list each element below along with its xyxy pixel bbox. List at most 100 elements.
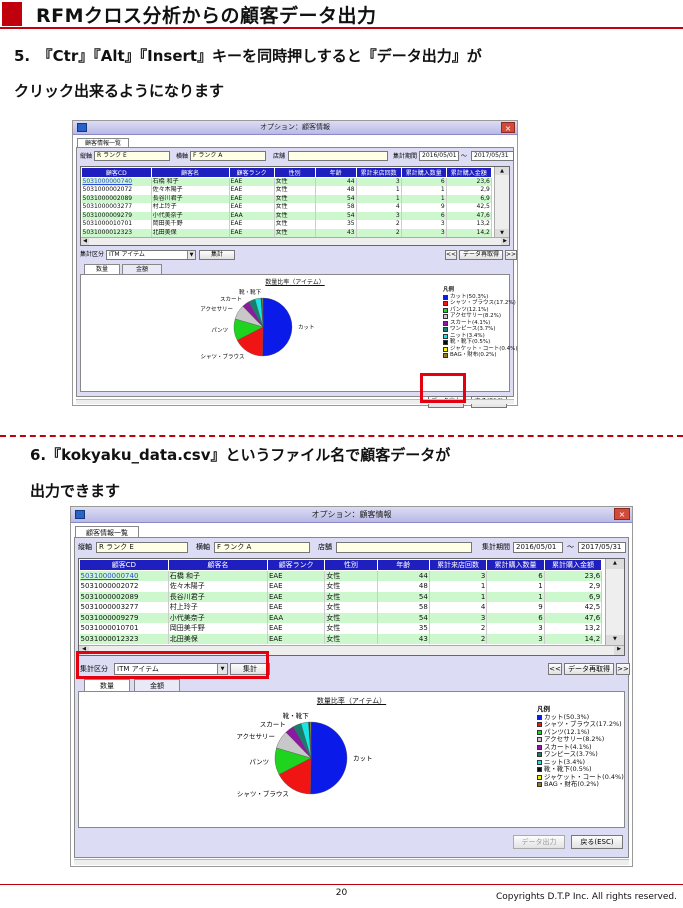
scroll-up-icon[interactable]: ▲: [495, 167, 509, 175]
vertical-scrollbar[interactable]: ▲ ▼: [604, 559, 624, 645]
table-cell: 5031000010701: [79, 623, 169, 634]
column-header[interactable]: 顧客CD: [79, 559, 169, 571]
table-row[interactable]: 5031000012323 北田美保 EAE 女性 43 2 3 14,2: [81, 228, 492, 237]
chevron-down-icon[interactable]: ▼: [187, 251, 195, 259]
table-row[interactable]: 5031000009279 小代美奈子 EAA 女性 54 3 6 47,6: [79, 612, 603, 623]
close-icon[interactable]: ×: [501, 122, 515, 133]
store-field[interactable]: [336, 542, 472, 553]
column-header[interactable]: 年齢: [376, 559, 430, 571]
table-row[interactable]: 5031000000740 石橋 和子 EAE 女性 44 3 6 23,6: [79, 570, 603, 581]
store-field[interactable]: [288, 151, 388, 161]
column-header[interactable]: 累計来店回数: [428, 559, 488, 571]
previous-button[interactable]: <<: [548, 663, 562, 675]
previous-button[interactable]: <<: [445, 250, 457, 260]
table-cell: 23,6: [544, 570, 603, 581]
refetch-data-button[interactable]: データ再取得: [564, 663, 614, 675]
column-header[interactable]: 顧客CD: [81, 167, 152, 178]
column-header[interactable]: 顧客名: [150, 167, 230, 178]
table-cell: 5031000000740: [79, 570, 169, 581]
column-header[interactable]: 累計購入数量: [486, 559, 545, 571]
table-row[interactable]: 5031000010701 岡田美千野 EAE 女性 35 2 3 13,2: [79, 623, 603, 634]
vertical-axis-field[interactable]: R ランク E: [96, 542, 188, 553]
tab-quantity[interactable]: 数量: [84, 264, 120, 274]
customer-grid[interactable]: 顧客CD 顧客名 顧客ランク 性別 年齢 累計来店回数 累計購入数量 累計購入金…: [80, 166, 510, 246]
table-cell: EAE: [267, 591, 326, 602]
scroll-down-icon[interactable]: ▼: [495, 229, 509, 237]
table-cell: 44: [377, 570, 430, 581]
period-to-field[interactable]: 2017/05/31: [471, 151, 514, 161]
table-cell: 43: [377, 633, 430, 644]
column-header[interactable]: 顧客名: [167, 559, 268, 571]
back-button[interactable]: 戻る(ESC): [571, 835, 623, 849]
chart-legend: 凡例 カット(50.3%) シャツ・ブラウス(17.2%) パンツ(12.1%) アクセ…: [537, 705, 624, 789]
table-row[interactable]: 5031000012323 北田美保 EAE 女性 43 2 3 14,2: [79, 633, 603, 644]
vertical-axis-field[interactable]: R ランク E: [94, 151, 170, 161]
table-cell: 1: [401, 194, 447, 203]
table-cell: 2: [356, 228, 402, 237]
horizontal-axis-field[interactable]: F ランク A: [214, 542, 310, 553]
table-cell: 1: [356, 194, 402, 203]
table-row[interactable]: 5031000003277 村上玲子 EAE 女性 58 4 9 42,5: [81, 203, 492, 212]
table-row[interactable]: 5031000002072 佐々木陽子 EAE 女性 48 1 1 2,9: [81, 186, 492, 195]
legend-label: カット(50.3%): [450, 293, 489, 300]
column-header[interactable]: 性別: [324, 559, 378, 571]
period-from-field[interactable]: 2016/05/01: [419, 151, 459, 161]
legend-label: BAG・財布(0.2%): [450, 352, 497, 358]
table-row[interactable]: 5031000010701 岡田美千野 EAE 女性 35 2 3 13,2: [81, 220, 492, 229]
next-button[interactable]: >>: [616, 663, 630, 675]
data-export-button[interactable]: データ出力: [513, 835, 565, 849]
aggregation-select[interactable]: ITM アイテム ▼: [106, 250, 196, 260]
legend-swatch: [443, 314, 448, 319]
pie-slice-label: パンツ: [249, 758, 269, 766]
vertical-scrollbar[interactable]: ▲ ▼: [494, 167, 509, 237]
table-cell: 女性: [324, 570, 378, 581]
tab-quantity[interactable]: 数量: [84, 679, 130, 691]
column-header[interactable]: 累計購入金額: [445, 167, 492, 178]
horizontal-axis-field[interactable]: F ランク A: [190, 151, 266, 161]
scroll-right-icon[interactable]: ▶: [614, 646, 624, 655]
table-cell: 北田美保: [151, 228, 230, 237]
legend-swatch: [443, 346, 448, 352]
table-cell: EAA: [267, 612, 326, 623]
table-row[interactable]: 5031000003277 村上玲子 EAE 女性 58 4 9 42,5: [79, 602, 603, 613]
aggregate-button[interactable]: 集計: [199, 250, 235, 260]
table-cell: 13,2: [446, 220, 492, 229]
table-cell: 女性: [274, 203, 316, 212]
table-cell: 6: [401, 177, 447, 186]
column-header[interactable]: 累計購入数量: [400, 167, 447, 178]
tab-amount[interactable]: 金額: [134, 679, 180, 691]
table-row[interactable]: 5031000009279 小代美奈子 EAA 女性 54 3 6 47,6: [81, 211, 492, 220]
scroll-left-icon[interactable]: ◀: [81, 238, 89, 245]
column-header[interactable]: 累計購入金額: [543, 559, 603, 571]
customer-grid[interactable]: 顧客CD 顧客名 顧客ランク 性別 年齢 累計来店回数 累計購入数量 累計購入金…: [78, 558, 625, 656]
chart-legend: 凡例 カット(50.3%) シャツ・ブラウス(17.2%) パンツ(12.1%) アクセ…: [443, 287, 518, 359]
refetch-data-button[interactable]: データ再取得: [459, 250, 503, 260]
table-row[interactable]: 5031000000740 石橋 和子 EAE 女性 44 3 6 23,6: [81, 177, 492, 186]
column-header[interactable]: 累計来店回数: [355, 167, 402, 178]
table-row[interactable]: 5031000002072 佐々木陽子 EAE 女性 48 1 1 2,9: [79, 581, 603, 592]
period-to-field[interactable]: 2017/05/31: [578, 542, 626, 553]
tab-amount[interactable]: 金額: [122, 264, 162, 274]
column-header[interactable]: 年齢: [314, 167, 357, 178]
scroll-up-icon[interactable]: ▲: [605, 559, 624, 569]
table-row[interactable]: 5031000002089 長谷川君子 EAE 女性 54 1 1 6,9: [81, 194, 492, 203]
period-from-field[interactable]: 2016/05/01: [513, 542, 563, 553]
close-icon[interactable]: ×: [614, 508, 630, 520]
status-bar: [74, 859, 629, 865]
table-cell: 女性: [274, 186, 316, 195]
table-cell: 女性: [274, 211, 316, 220]
table-cell: 村上玲子: [168, 602, 268, 613]
table-cell: 42,5: [544, 602, 603, 613]
horizontal-scrollbar[interactable]: ◀ ▶: [81, 237, 509, 245]
table-row[interactable]: 5031000002089 長谷川君子 EAE 女性 54 1 1 6,9: [79, 591, 603, 602]
column-header[interactable]: 性別: [273, 167, 316, 178]
scroll-down-icon[interactable]: ▼: [605, 635, 624, 645]
next-button[interactable]: >>: [505, 250, 517, 260]
column-header[interactable]: 顧客ランク: [266, 559, 326, 571]
table-cell: 48: [315, 186, 357, 195]
aggregation-label: 集計区分: [80, 251, 105, 258]
scroll-right-icon[interactable]: ▶: [501, 238, 509, 245]
table-cell: EAE: [267, 623, 326, 634]
aggregation-select-value: ITM アイテム: [109, 251, 145, 258]
column-header[interactable]: 顧客ランク: [228, 167, 275, 178]
